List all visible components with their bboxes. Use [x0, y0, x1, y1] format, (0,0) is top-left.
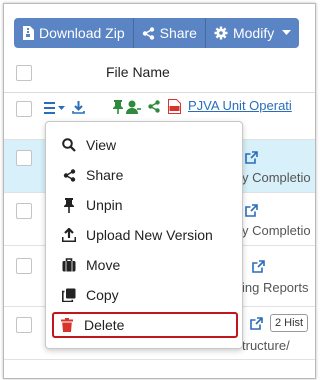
download-zip-label: Download Zip [39, 25, 125, 41]
table-header: File Name [4, 54, 315, 93]
menu-item-label: Delete [84, 317, 125, 333]
row-menu-icon[interactable] [44, 102, 66, 114]
row-checkbox[interactable] [16, 203, 32, 219]
row-checkbox[interactable] [16, 258, 32, 274]
row-checkbox[interactable] [16, 317, 32, 333]
menu-item-copy[interactable]: Copy [54, 282, 236, 308]
file-name-link[interactable]: PJVA Unit Operati [188, 98, 292, 113]
menu-item-label: Share [86, 167, 124, 183]
modify-button[interactable]: Modify [205, 18, 300, 48]
file-browser-panel: Download Zip Share Modify File Name PJVA… [3, 3, 316, 379]
menu-item-label: View [86, 137, 117, 153]
file-description: y Completio [242, 170, 311, 185]
row-checkbox[interactable] [16, 150, 32, 166]
select-all-checkbox[interactable] [16, 65, 32, 81]
user-icon [126, 100, 141, 114]
row-context-menu: View Share Unpin Upload New Version Move… [45, 121, 243, 349]
file-description: tructure/ [242, 338, 290, 353]
menu-item-label: Upload New Version [86, 227, 213, 243]
caret-down-icon [282, 30, 292, 35]
share-icon [148, 100, 160, 113]
share-label: Share [159, 25, 197, 41]
share-button[interactable]: Share [133, 18, 206, 48]
external-link-icon[interactable] [245, 151, 258, 164]
download-icon[interactable] [72, 101, 85, 114]
share-icon [142, 26, 154, 40]
gear-icon [214, 26, 228, 40]
file-description: y Completio [242, 223, 311, 238]
pin-icon [64, 197, 74, 213]
modify-label: Modify [232, 25, 275, 41]
menu-item-label: Copy [86, 287, 119, 303]
external-link-icon[interactable] [245, 204, 258, 217]
upload-icon [62, 228, 76, 242]
search-icon [62, 138, 76, 152]
menu-item-unpin[interactable]: Unpin [54, 192, 236, 218]
history-badge[interactable]: 2 Hist [270, 314, 309, 332]
trash-icon [61, 318, 73, 332]
menu-item-delete[interactable]: Delete [52, 312, 238, 338]
pin-icon [113, 100, 123, 114]
pdf-icon [168, 99, 181, 114]
file-name-column-header[interactable]: File Name [106, 64, 170, 80]
toolbar: Download Zip Share Modify [14, 18, 300, 48]
file-zip-icon [23, 26, 34, 40]
menu-item-share[interactable]: Share [54, 162, 236, 188]
menu-item-label: Move [86, 257, 121, 273]
share-icon [63, 168, 75, 182]
menu-item-view[interactable]: View [54, 132, 236, 158]
download-zip-button[interactable]: Download Zip [14, 18, 134, 48]
briefcase-icon [62, 258, 76, 272]
row-checkbox[interactable] [16, 101, 32, 117]
menu-item-upload-new-version[interactable]: Upload New Version [54, 222, 236, 248]
external-link-icon[interactable] [250, 317, 263, 330]
copy-icon [62, 288, 76, 302]
file-description: ing Reports [242, 280, 309, 295]
menu-item-label: Unpin [86, 197, 123, 213]
external-link-icon[interactable] [252, 260, 265, 273]
menu-item-move[interactable]: Move [54, 252, 236, 278]
